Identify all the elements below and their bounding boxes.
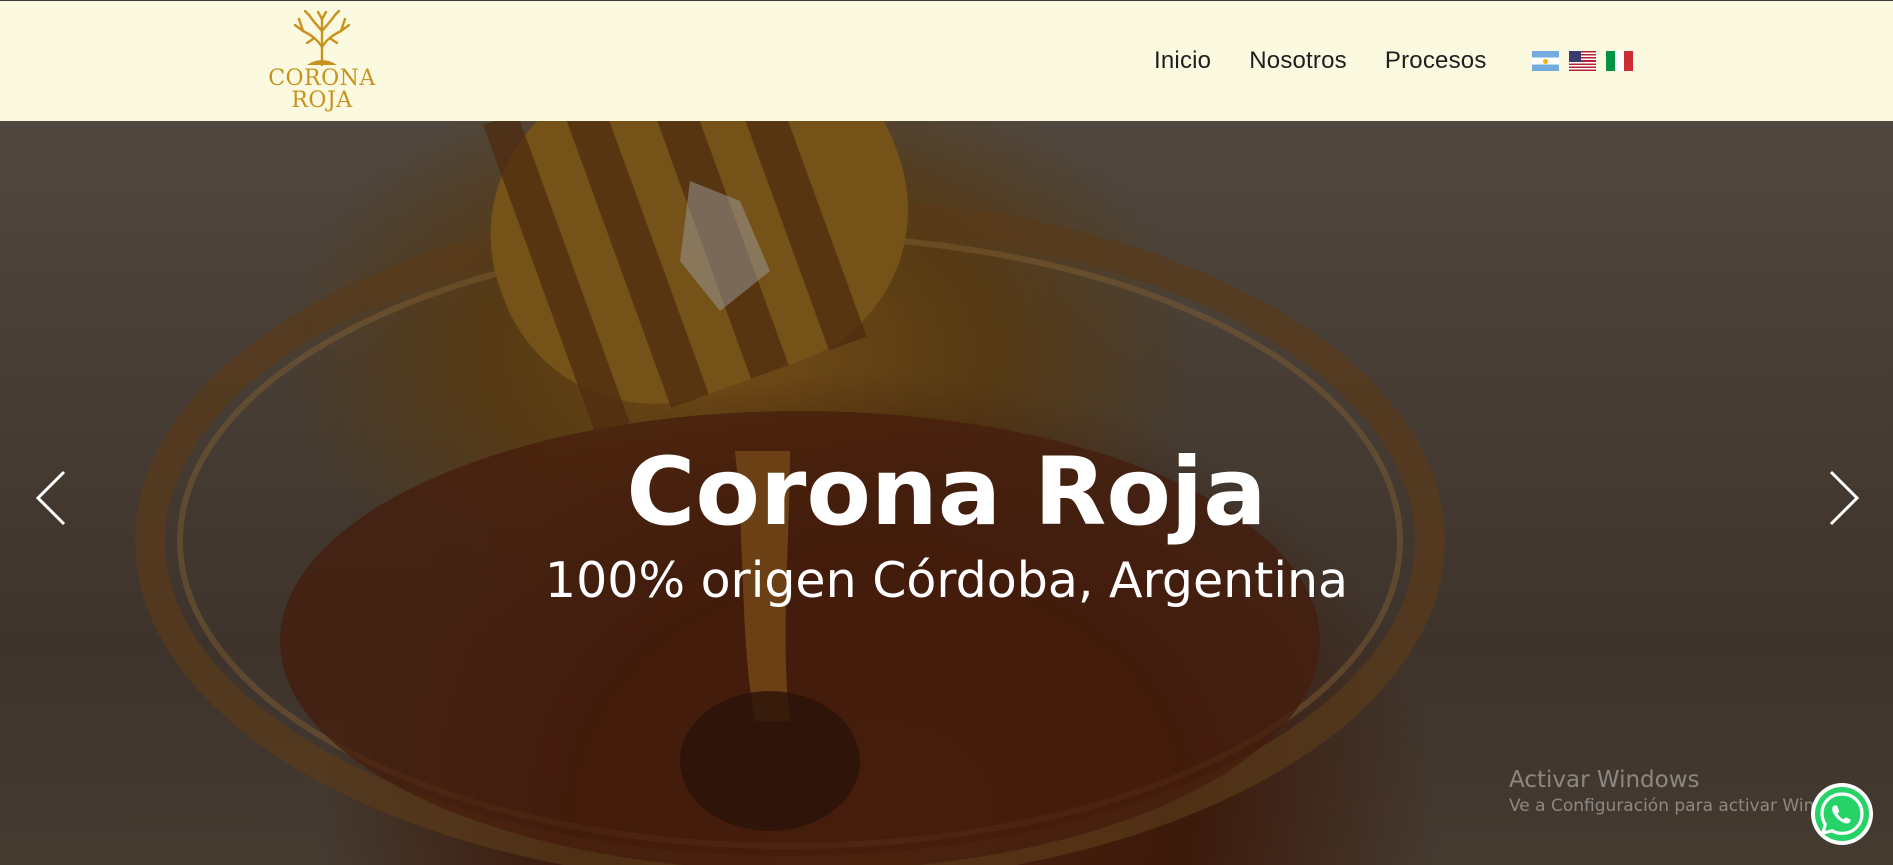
nav-link-inicio[interactable]: Inicio bbox=[1154, 47, 1211, 75]
argentina-flag-icon[interactable] bbox=[1532, 51, 1559, 71]
usa-flag-icon[interactable] bbox=[1569, 51, 1596, 71]
nav-link-procesos[interactable]: Procesos bbox=[1385, 47, 1487, 75]
nav-link-nosotros[interactable]: Nosotros bbox=[1249, 47, 1347, 75]
logo[interactable]: CORONA ROJA bbox=[262, 9, 382, 117]
carousel-next-button[interactable] bbox=[1823, 466, 1863, 530]
hero-title: Corona Roja bbox=[626, 438, 1267, 547]
main-nav: Inicio Nosotros Procesos bbox=[1154, 47, 1525, 75]
language-switcher bbox=[1532, 51, 1633, 71]
logo-text-roja: ROJA bbox=[291, 88, 353, 113]
tree-icon bbox=[293, 9, 351, 67]
italy-flag-icon[interactable] bbox=[1606, 51, 1633, 71]
whatsapp-button[interactable] bbox=[1809, 781, 1875, 847]
whatsapp-icon bbox=[1811, 783, 1873, 845]
navbar: CORONA ROJA Inicio Nosotros Procesos bbox=[0, 1, 1893, 121]
chevron-left-icon bbox=[35, 470, 66, 526]
hero-subtitle: 100% origen Córdoba, Argentina bbox=[544, 552, 1349, 609]
hero-carousel: Corona Roja 100% origen Córdoba, Argenti… bbox=[0, 121, 1893, 865]
carousel-prev-button[interactable] bbox=[32, 466, 72, 530]
chevron-right-icon bbox=[1829, 470, 1860, 526]
